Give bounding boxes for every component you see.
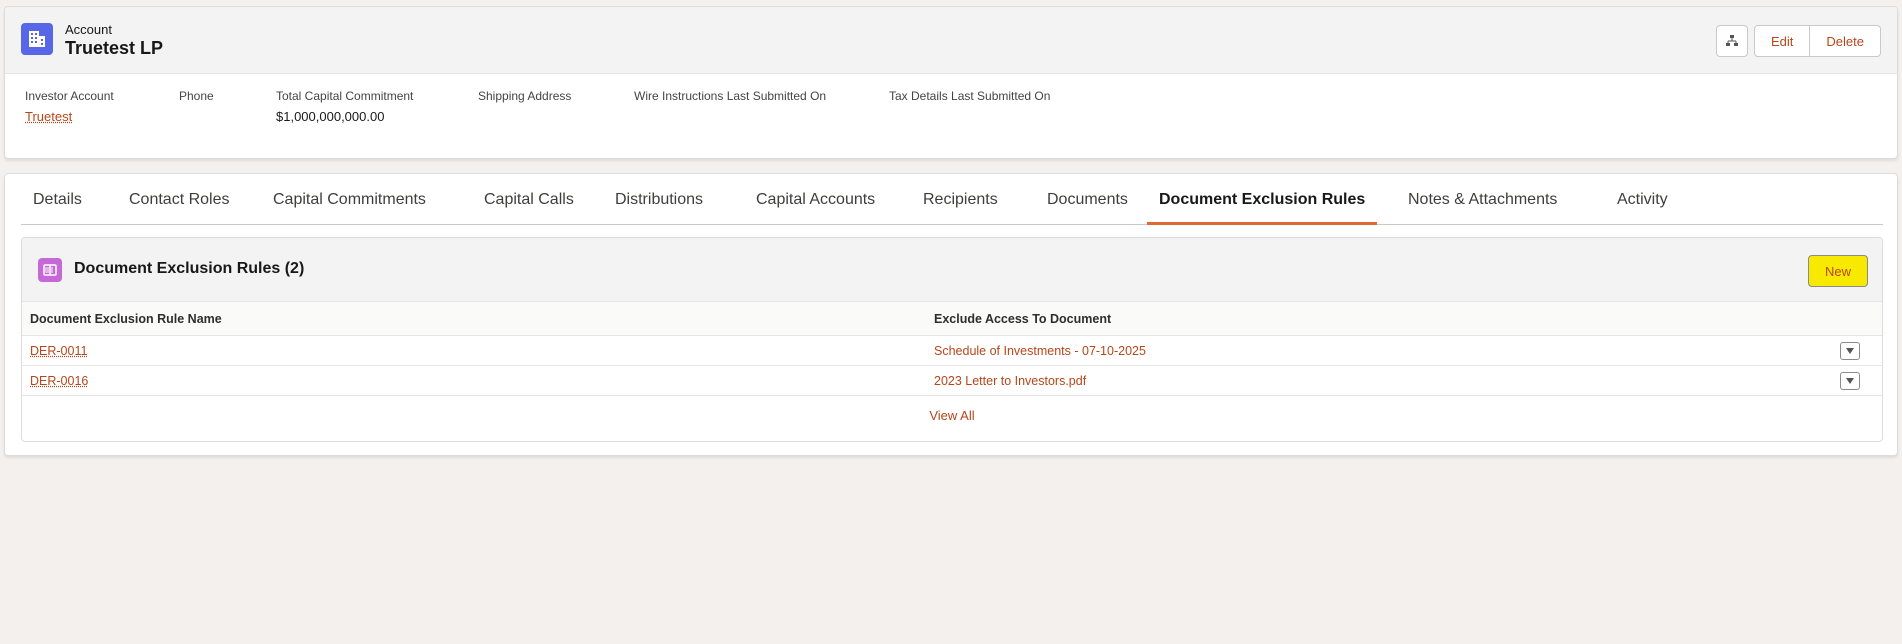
tab-documents[interactable]: Documents <box>1035 191 1140 225</box>
hierarchy-icon <box>1726 35 1739 46</box>
view-all-link[interactable]: View All <box>22 408 1882 423</box>
account-icon <box>21 23 53 55</box>
edit-button[interactable]: Edit <box>1754 25 1811 57</box>
tab-notes-attachments[interactable]: Notes & Attachments <box>1396 191 1569 225</box>
record-action-group: Edit Delete <box>1754 25 1881 57</box>
tab-capital-accounts[interactable]: Capital Accounts <box>744 191 887 225</box>
highlight-label: Phone <box>179 89 214 103</box>
highlight-shipping-address: Shipping Address <box>478 89 571 109</box>
highlight-tax-details: Tax Details Last Submitted On <box>889 89 1050 109</box>
table-header: Document Exclusion Rule Name Exclude Acc… <box>22 302 1882 336</box>
rule-name-cell: DER-0011 <box>30 344 87 358</box>
tab-details[interactable]: Details <box>21 191 94 225</box>
tab-capital-commitments[interactable]: Capital Commitments <box>261 191 438 225</box>
table-row: DER-0016 2023 Letter to Investors.pdf <box>22 366 1882 396</box>
highlight-label: Total Capital Commitment <box>276 89 414 103</box>
tab-activity[interactable]: Activity <box>1605 191 1680 225</box>
tabs-card: Details Contact Roles Capital Commitment… <box>4 173 1898 456</box>
highlight-value: $1,000,000,000.00 <box>276 109 385 124</box>
highlight-label: Investor Account <box>25 89 114 103</box>
row-actions-button[interactable] <box>1840 372 1860 390</box>
delete-button[interactable]: Delete <box>1810 25 1881 57</box>
record-actions: Edit Delete <box>1716 25 1881 57</box>
new-button[interactable]: New <box>1808 255 1868 287</box>
highlight-wire-instructions: Wire Instructions Last Submitted On <box>634 89 826 109</box>
investor-account-link[interactable]: Truetest <box>25 109 114 124</box>
row-actions-button[interactable] <box>1840 342 1860 360</box>
highlight-investor-account: Investor Account Truetest <box>25 89 114 124</box>
document-link[interactable]: Schedule of Investments - 07-10-2025 <box>934 344 1146 358</box>
rule-name-cell: DER-0016 <box>30 374 88 388</box>
table-row: DER-0011 Schedule of Investments - 07-10… <box>22 336 1882 366</box>
chevron-down-icon <box>1846 348 1854 354</box>
column-header-exclude-access[interactable]: Exclude Access To Document <box>934 312 1111 326</box>
tab-distributions[interactable]: Distributions <box>603 191 715 225</box>
tab-capital-calls[interactable]: Capital Calls <box>472 191 586 225</box>
document-link[interactable]: 2023 Letter to Investors.pdf <box>934 374 1086 388</box>
column-header-rule-name[interactable]: Document Exclusion Rule Name <box>30 312 222 326</box>
book-icon <box>38 258 62 282</box>
record-object-label: Account <box>65 22 112 37</box>
view-hierarchy-button[interactable] <box>1716 25 1749 57</box>
record-header: Account Truetest LP Edit Delete Investor… <box>4 6 1898 159</box>
tab-recipients[interactable]: Recipients <box>911 191 1010 225</box>
tab-contact-roles[interactable]: Contact Roles <box>117 191 242 225</box>
rule-name-link[interactable]: DER-0016 <box>30 374 88 388</box>
tab-document-exclusion-rules[interactable]: Document Exclusion Rules <box>1147 191 1378 225</box>
highlight-label: Shipping Address <box>478 89 572 103</box>
record-title: Truetest LP <box>65 38 164 58</box>
related-list-header: Document Exclusion Rules (2) New <box>22 238 1882 302</box>
rule-name-link[interactable]: DER-0011 <box>30 344 87 358</box>
tab-bar: Details Contact Roles Capital Commitment… <box>21 174 1883 225</box>
record-page: Account Truetest LP Edit Delete Investor… <box>0 0 1902 644</box>
chevron-down-icon <box>1846 378 1854 384</box>
highlight-label: Tax Details Last Submitted On <box>889 89 1051 103</box>
highlight-label: Wire Instructions Last Submitted On <box>634 89 827 103</box>
related-list-document-exclusion-rules: Document Exclusion Rules (2) New Documen… <box>21 237 1883 442</box>
related-list-title[interactable]: Document Exclusion Rules (2) <box>74 260 304 278</box>
record-header-top: Account Truetest LP Edit Delete <box>5 7 1897 74</box>
highlight-total-capital-commitment: Total Capital Commitment $1,000,000,000.… <box>276 89 413 124</box>
highlight-phone: Phone <box>179 89 214 109</box>
